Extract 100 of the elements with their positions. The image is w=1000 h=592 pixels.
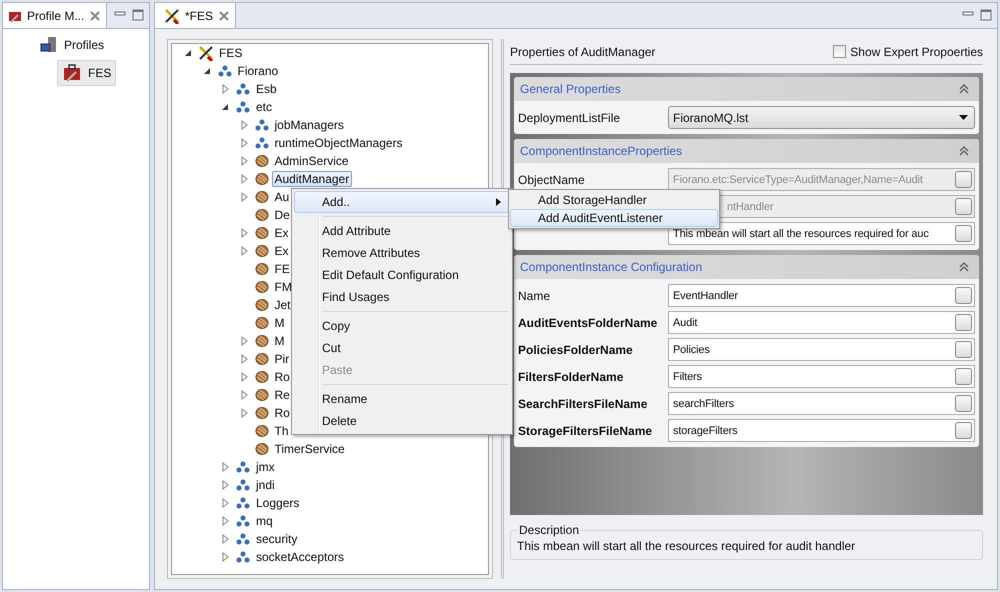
input-field[interactable]: Policies (668, 338, 975, 361)
bean-icon (254, 423, 270, 439)
close-icon[interactable] (218, 10, 230, 22)
field-button[interactable] (955, 368, 972, 385)
cluster-icon (235, 459, 251, 475)
tree-item[interactable]: runtimeObjectManagers (272, 135, 406, 151)
tree-item[interactable]: mq (253, 513, 276, 529)
menu-item[interactable]: Add.. (294, 191, 510, 213)
field-button[interactable] (955, 225, 972, 242)
tree-item[interactable]: Re (272, 387, 293, 403)
menu-item[interactable]: Delete (294, 410, 510, 432)
bean-icon (254, 279, 270, 295)
menu-item[interactable]: Rename (294, 388, 510, 410)
tree-item[interactable]: Au (272, 189, 292, 205)
input-field[interactable]: EventHandler (668, 284, 975, 307)
input-field[interactable]: Filters (668, 365, 975, 388)
tree-item[interactable]: Th (272, 423, 292, 439)
field-button[interactable] (955, 314, 972, 331)
menu-item[interactable]: Remove Attributes (294, 242, 510, 264)
description-title: Description (518, 523, 580, 537)
tree-item[interactable]: De (272, 207, 293, 223)
cluster-icon (235, 477, 251, 493)
view-tab[interactable]: Profile M... (3, 3, 108, 28)
section-header[interactable]: General Properties (514, 77, 979, 101)
close-icon[interactable] (89, 10, 102, 22)
property-label: StorageFiltersFileName (518, 424, 654, 438)
tree-item[interactable]: Ex (272, 225, 292, 241)
properties-title: Properties of AuditManager (510, 44, 656, 58)
tools-icon (198, 45, 214, 61)
tree-item[interactable]: security (253, 531, 300, 547)
tree-item[interactable]: Ex (272, 243, 292, 259)
expert-properties-checkbox[interactable]: Show Expert Propoerties (833, 44, 983, 58)
tree-item[interactable]: FE (272, 261, 293, 277)
bean-icon (254, 171, 270, 187)
tree-item[interactable]: Esb (253, 81, 280, 97)
tree-item[interactable]: jmx (253, 459, 278, 475)
property-label: ObjectName (518, 172, 586, 186)
tree-item[interactable]: Ro (272, 405, 293, 421)
tree-item[interactable]: FES (216, 45, 246, 61)
input-field[interactable]: This mbean will start all the resources required for auc (668, 222, 975, 245)
field-button[interactable] (955, 395, 972, 412)
tree-item[interactable]: etc (253, 99, 276, 115)
maximize-icon[interactable] (131, 8, 145, 22)
bean-icon (254, 405, 270, 421)
tree-item[interactable]: M (272, 315, 288, 331)
cluster-icon (235, 531, 251, 547)
description-text: This mbean will start all the resources required for audit handler (517, 539, 856, 553)
tree-item[interactable]: socketAcceptors (253, 549, 348, 565)
collapse-icon (959, 84, 969, 94)
input-field[interactable]: storageFilters (668, 419, 975, 442)
cluster-icon (254, 117, 270, 133)
cluster-icon (254, 135, 270, 151)
input-field[interactable]: Audit (668, 311, 975, 334)
tree-item[interactable]: AdminService (272, 153, 352, 169)
menu-item[interactable]: Cut (294, 337, 510, 359)
dropdown[interactable]: FioranoMQ.lst (668, 106, 975, 129)
property-label: DeploymentListFile (518, 110, 622, 124)
cluster-icon (235, 495, 251, 511)
field-button[interactable] (955, 341, 972, 358)
cluster-icon (216, 63, 232, 79)
editor-tab[interactable]: *FES (155, 3, 236, 28)
profile-item[interactable]: Profiles (35, 33, 110, 57)
profile-item[interactable]: FES (57, 60, 116, 86)
menu-item[interactable]: Add AuditEventListener (510, 209, 718, 227)
tree-item[interactable]: AuditManager (272, 171, 352, 187)
tree-item[interactable]: jndi (253, 477, 278, 493)
tree-item[interactable]: M (272, 333, 288, 349)
property-label: PoliciesFolderName (518, 342, 634, 356)
section-header[interactable]: ComponentInstance Configuration (514, 255, 979, 279)
bean-icon (254, 369, 270, 385)
tree-item[interactable]: FM (272, 279, 295, 295)
tree-item[interactable]: TimerService (272, 441, 348, 457)
bean-icon (254, 243, 270, 259)
maximize-icon[interactable] (979, 8, 993, 22)
bean-icon (254, 153, 270, 169)
cluster-icon (235, 99, 251, 115)
property-label: FiltersFolderName (518, 370, 624, 384)
field-button[interactable] (955, 287, 972, 304)
tree-item[interactable]: Fiorano (234, 63, 282, 79)
tree-item[interactable]: Ro (272, 369, 293, 385)
bean-icon (254, 207, 270, 223)
cluster-icon (235, 549, 251, 565)
menu-item[interactable]: Edit Default Configuration (294, 264, 510, 286)
bean-icon (254, 225, 270, 241)
menu-item[interactable]: Add Attribute (294, 220, 510, 242)
menu-item[interactable]: Copy (294, 315, 510, 337)
bean-icon (254, 387, 270, 403)
field-button[interactable] (955, 422, 972, 439)
property-label: SearchFiltersFileName (518, 396, 648, 410)
menu-item[interactable]: Find Usages (294, 286, 510, 308)
bean-icon (254, 297, 270, 313)
tree-item[interactable]: Jet (272, 297, 294, 313)
bean-icon (254, 261, 270, 277)
collapse-icon (959, 262, 969, 272)
input-field[interactable]: searchFilters (668, 392, 975, 415)
tree-item[interactable]: Pir (272, 351, 292, 367)
tree-item[interactable]: jobManagers (272, 117, 347, 133)
tree-item[interactable]: Loggers (253, 495, 302, 511)
property-label: Name (518, 288, 552, 302)
section-header[interactable]: ComponentInstanceProperties (514, 139, 979, 163)
